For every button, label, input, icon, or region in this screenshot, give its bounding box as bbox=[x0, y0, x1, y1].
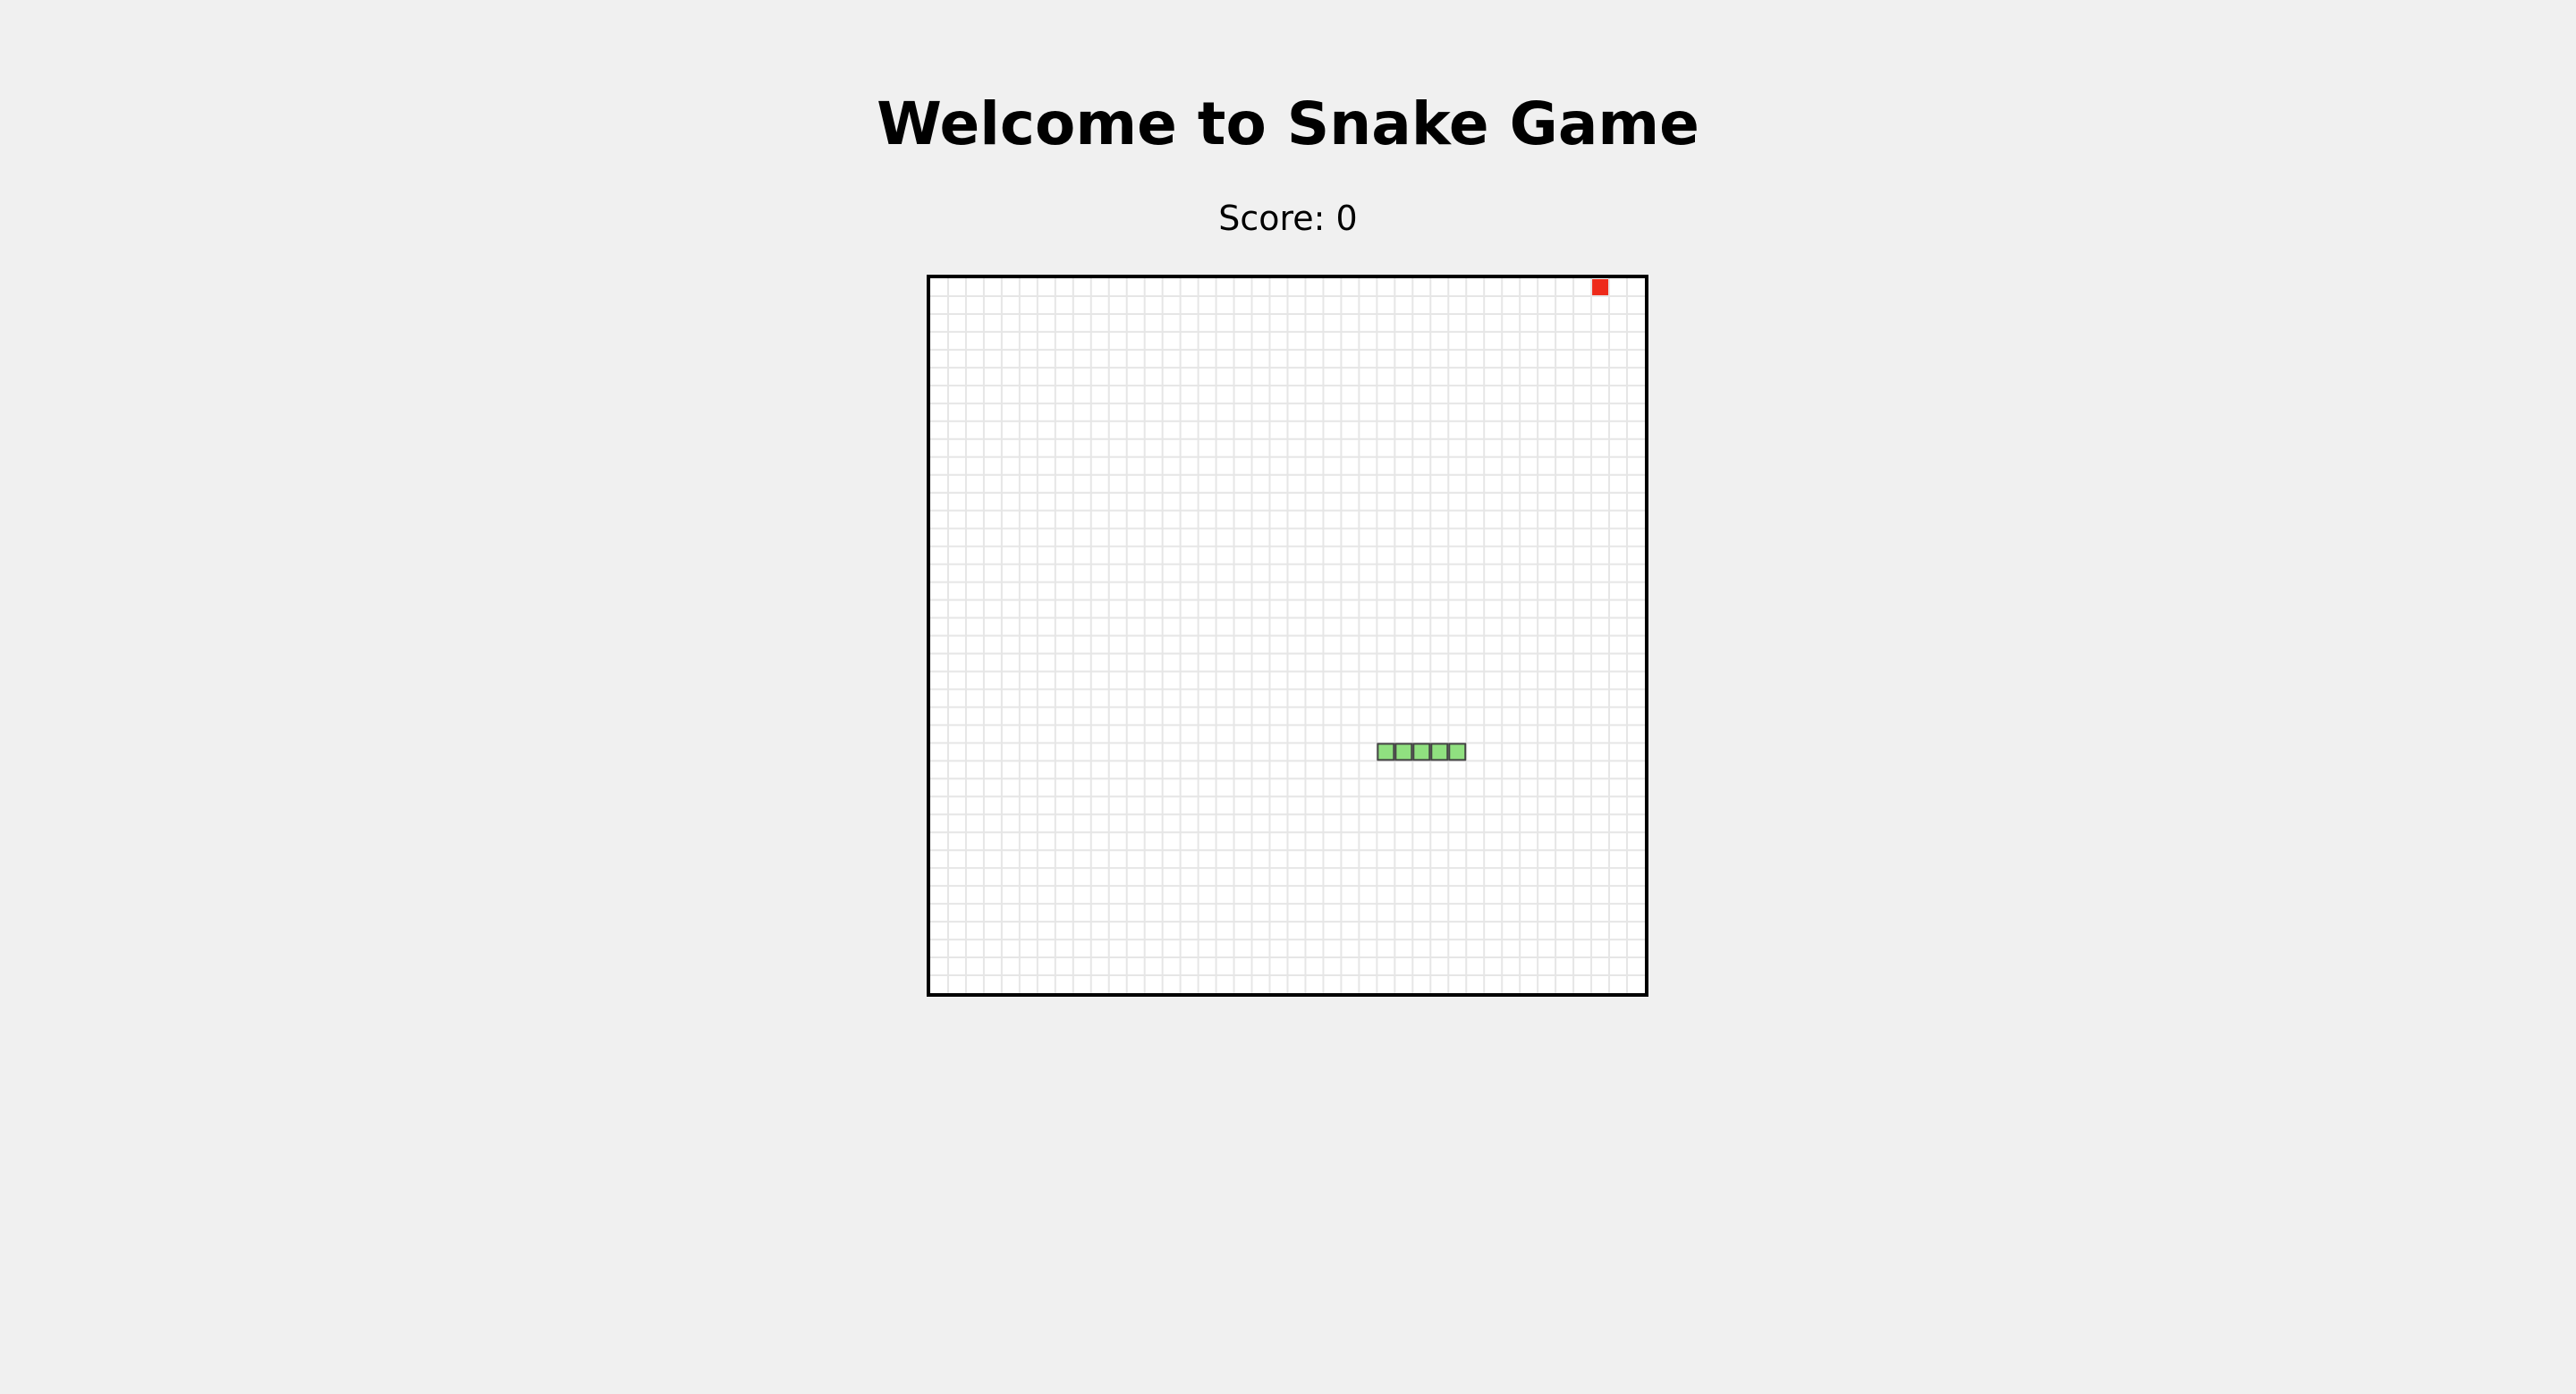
game-page: Welcome to Snake Game Score: 0 bbox=[0, 0, 2576, 1394]
grid-lines bbox=[930, 278, 1645, 993]
game-board-canvas bbox=[930, 278, 1645, 993]
game-board[interactable] bbox=[927, 275, 1648, 997]
snake-segment bbox=[1394, 743, 1413, 761]
food bbox=[1592, 279, 1609, 295]
snake bbox=[1377, 743, 1467, 761]
snake-head bbox=[1448, 743, 1467, 761]
page-title: Welcome to Snake Game bbox=[877, 89, 1699, 158]
snake-segment bbox=[1430, 743, 1449, 761]
snake-segment bbox=[1377, 743, 1395, 761]
score-display: Score: 0 bbox=[1218, 199, 1358, 238]
snake-segment bbox=[1412, 743, 1431, 761]
